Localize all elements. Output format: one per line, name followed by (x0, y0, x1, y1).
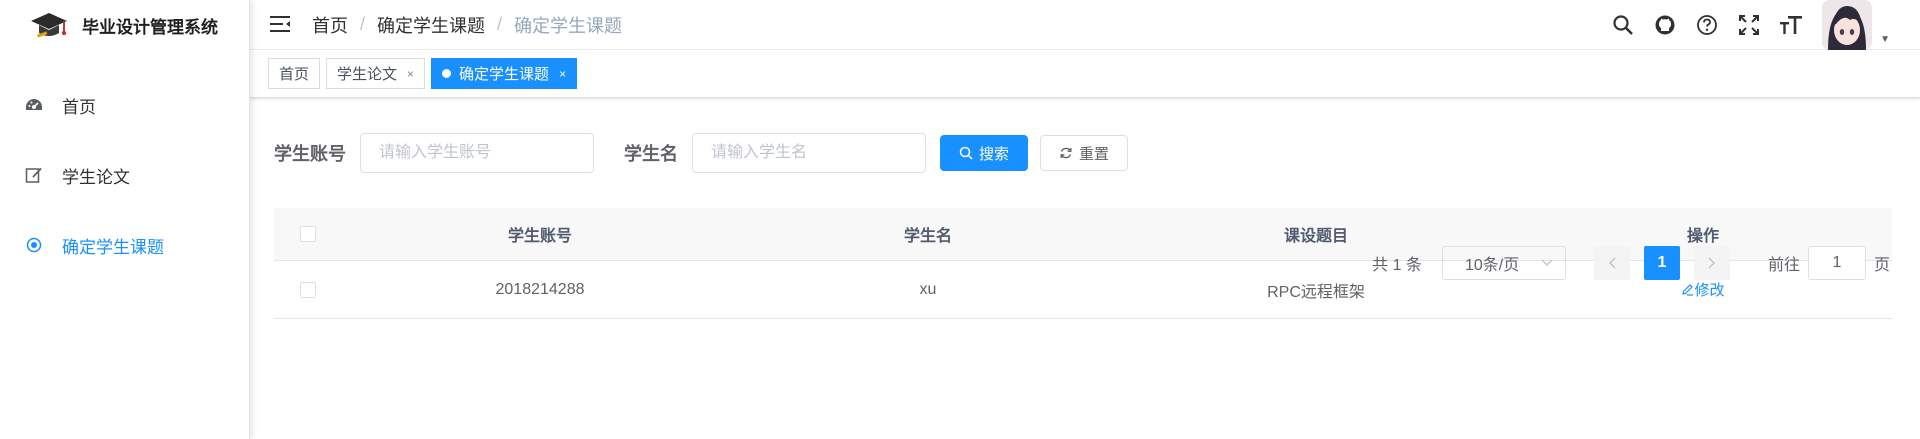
close-icon[interactable]: × (407, 67, 414, 81)
select-all-checkbox[interactable] (300, 226, 316, 242)
goto-page: 前往 页 (1768, 246, 1890, 280)
sidebar-item-confirm-topic[interactable]: 确定学生课题 (0, 210, 249, 280)
goto-page-input[interactable] (1807, 246, 1866, 280)
navbar-right: ▼ (1594, 0, 1890, 50)
edit-button[interactable]: 修改 (1681, 279, 1725, 300)
app-root: 毕业设计管理系统 首页 学生论文 确定学生课题 首页 / 确定学生课题 / 确定… (0, 0, 1920, 439)
tag-label: 确定学生课题 (459, 66, 550, 83)
brand: 毕业设计管理系统 (0, 0, 249, 50)
breadcrumb-item-home[interactable]: 首页 (312, 12, 348, 38)
header-checkbox-cell (274, 226, 342, 242)
tags-view: 首页 学生论文 × 确定学生课题 × (250, 50, 1920, 98)
app-title: 毕业设计管理系统 (82, 17, 218, 37)
navbar: 首页 / 确定学生课题 / 确定学生课题 ▼ (250, 0, 1920, 50)
edit-icon (1682, 283, 1694, 296)
page-number-current[interactable]: 1 (1643, 246, 1680, 280)
tag-label: 学生论文 (337, 66, 398, 83)
caret-down-icon[interactable]: ▼ (1880, 34, 1890, 45)
pagination-total: 共 1 条 (1372, 257, 1422, 274)
cell-topic: RPC远程框架 (1267, 283, 1365, 301)
tag-confirm-topic[interactable]: 确定学生课题 × (431, 58, 578, 89)
column-header: 学生账号 (507, 228, 572, 245)
edit-icon (24, 165, 44, 185)
column-header: 操作 (1686, 228, 1719, 245)
reset-button[interactable]: 重置 (1040, 135, 1129, 171)
sidebar-item-label: 确定学生课题 (62, 237, 164, 257)
breadcrumb-item-current: 确定学生课题 (514, 15, 623, 36)
help-icon[interactable] (1694, 12, 1720, 38)
goto-suffix: 页 (1873, 257, 1890, 274)
refresh-icon (1059, 146, 1073, 160)
breadcrumb-separator: / (497, 14, 503, 34)
page-size-select[interactable]: 10条/页 (1441, 246, 1566, 280)
next-page-button[interactable] (1693, 246, 1730, 280)
github-icon[interactable] (1652, 12, 1678, 38)
tag-label: 首页 (279, 66, 310, 83)
close-icon[interactable]: × (559, 67, 566, 81)
page-size-value: 10条/页 (1464, 257, 1520, 274)
pagination: 共 1 条 10条/页 1 前往 页 (1372, 246, 1890, 280)
search-form: 学生账号 学生名 搜索 重置 (274, 128, 1896, 178)
breadcrumb-separator: / (360, 14, 366, 34)
row-checkbox-cell (274, 281, 342, 298)
sidebar-menu: 首页 学生论文 确定学生课题 (0, 70, 249, 280)
column-header: 学生名 (903, 228, 952, 245)
cell-account: 2018214288 (495, 280, 585, 298)
search-icon (959, 146, 973, 160)
column-header: 课设题目 (1283, 228, 1348, 245)
breadcrumb: 首页 / 确定学生课题 / 确定学生课题 (312, 12, 622, 38)
radio-icon (24, 235, 44, 255)
account-label: 学生账号 (274, 144, 346, 164)
sidebar-item-papers[interactable]: 学生论文 (0, 140, 249, 210)
font-size-icon[interactable] (1778, 12, 1804, 38)
name-input[interactable] (692, 133, 926, 173)
graduation-cap-logo-icon (30, 10, 68, 40)
breadcrumb-item-section[interactable]: 确定学生课题 (377, 12, 485, 38)
account-input[interactable] (360, 133, 594, 173)
search-button[interactable]: 搜索 (940, 135, 1029, 171)
search-icon[interactable] (1610, 12, 1636, 38)
cell-name: xu (919, 280, 937, 298)
name-label: 学生名 (624, 144, 678, 164)
fullscreen-icon[interactable] (1736, 12, 1762, 38)
search-button-label: 搜索 (979, 145, 1010, 163)
active-dot-icon (442, 69, 452, 78)
hamburger-icon[interactable] (270, 15, 294, 35)
reset-button-label: 重置 (1079, 145, 1110, 163)
cell-action: 修改 (1514, 279, 1892, 301)
tag-papers[interactable]: 学生论文 × (326, 58, 426, 89)
sidebar-item-home[interactable]: 首页 (0, 70, 249, 140)
avatar[interactable] (1822, 0, 1873, 50)
sidebar: 毕业设计管理系统 首页 学生论文 确定学生课题 (0, 0, 250, 439)
row-checkbox[interactable] (300, 281, 316, 298)
tag-home[interactable]: 首页 (268, 58, 321, 89)
edit-button-label: 修改 (1694, 281, 1725, 299)
sidebar-item-label: 首页 (62, 97, 96, 117)
chevron-right-icon (1708, 257, 1716, 269)
chevron-left-icon (1608, 257, 1616, 269)
sidebar-item-label: 学生论文 (62, 167, 130, 187)
goto-prefix: 前往 (1767, 257, 1800, 274)
dashboard-icon (24, 95, 44, 115)
prev-page-button[interactable] (1593, 246, 1630, 280)
chevron-down-icon (1541, 254, 1553, 272)
